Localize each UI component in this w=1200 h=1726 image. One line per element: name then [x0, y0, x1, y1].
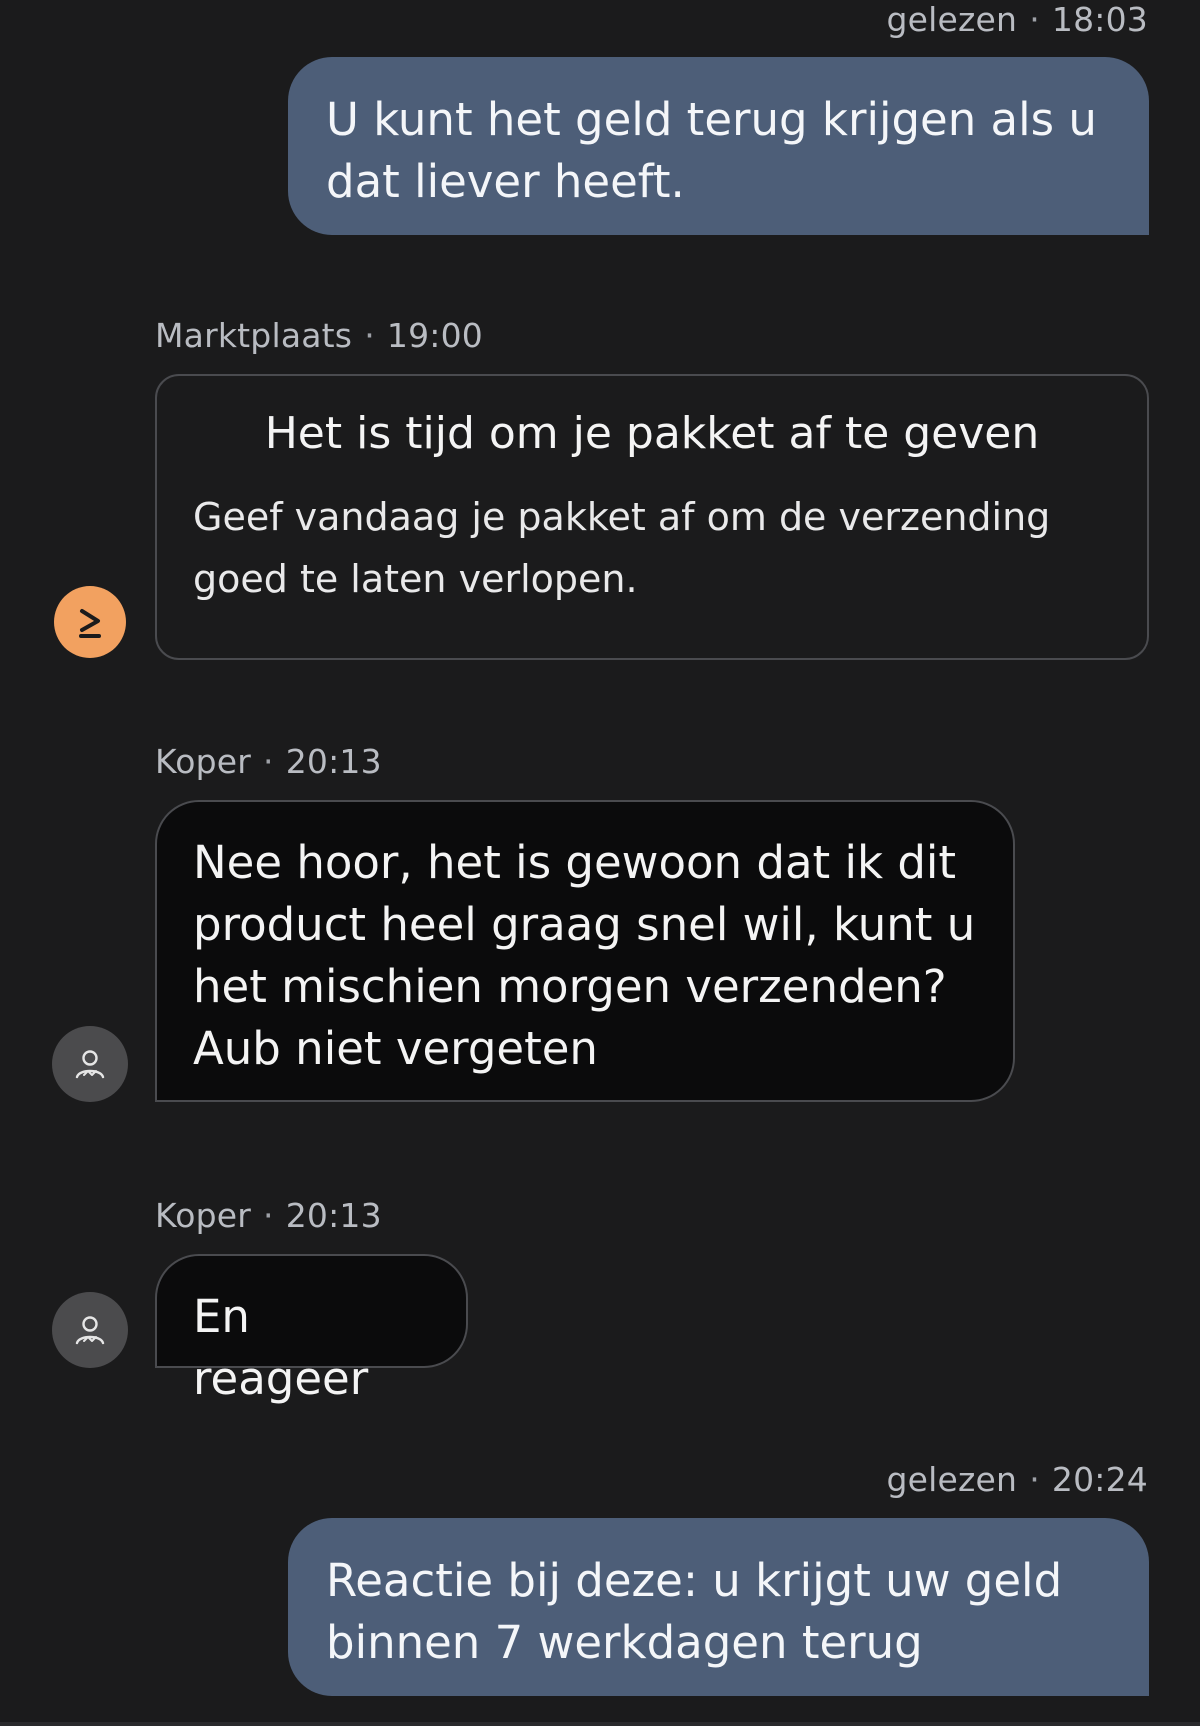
- buyer-avatar[interactable]: [52, 1292, 128, 1368]
- message-time: 20:24: [1051, 1460, 1148, 1499]
- message-meta: Koper · 20:13: [155, 1196, 382, 1235]
- user-icon: [75, 1316, 105, 1345]
- notification-body-line: goed te laten verlopen.: [193, 557, 638, 601]
- message-text-line: Nee hoor, het is gewoon dat ik dit: [193, 836, 957, 889]
- message-time: 18:03: [1051, 0, 1148, 39]
- message-text-line: Reactie bij deze: u krijgt uw geld: [326, 1554, 1063, 1607]
- meta-separator: ·: [263, 1196, 274, 1235]
- sender-name: Koper: [155, 742, 252, 781]
- message-time: 20:13: [285, 742, 382, 781]
- sender-name: Koper: [155, 1196, 252, 1235]
- read-status: gelezen: [886, 0, 1018, 39]
- message-text-line: En reageer: [193, 1290, 369, 1405]
- buyer-avatar[interactable]: [52, 1026, 128, 1102]
- message-time: 19:00: [386, 316, 484, 355]
- sender-name: Marktplaats: [155, 316, 353, 355]
- message-text-line: Aub niet vergeten: [193, 1022, 598, 1075]
- incoming-message-bubble[interactable]: En reageer: [155, 1254, 468, 1405]
- message-text-line: U kunt het geld terug krijgen als u: [326, 93, 1097, 146]
- system-notification-card[interactable]: Het is tijd om je pakket af te geven Gee…: [155, 374, 1149, 660]
- chat-screen: gelezen · 18:03 U kunt het geld terug krij…: [0, 0, 1200, 1726]
- message-meta: Koper · 20:13: [155, 742, 382, 781]
- marktplaats-logo-icon: [79, 609, 101, 638]
- notification-body: Geef vandaag je pakket af om de verzendi…: [193, 486, 1111, 610]
- notification-body-line: Geef vandaag je pakket af om de verzendi…: [193, 495, 1051, 539]
- message-text-line: binnen 7 werkdagen terug: [326, 1616, 923, 1669]
- notification-title: Het is tijd om je pakket af te geven: [264, 408, 1040, 459]
- bottom-divider: [0, 1722, 1200, 1726]
- read-status: gelezen: [886, 1460, 1018, 1499]
- user-icon: [75, 1050, 105, 1079]
- meta-separator: ·: [364, 316, 375, 355]
- message-meta: gelezen · 18:03: [887, 0, 1148, 39]
- message-text-line: het mischien morgen verzenden?: [193, 960, 947, 1013]
- message-time: 20:13: [285, 1196, 382, 1235]
- marktplaats-avatar[interactable]: [54, 586, 126, 658]
- meta-separator: ·: [1029, 1460, 1040, 1499]
- message-meta: gelezen · 20:24: [887, 1460, 1148, 1499]
- meta-separator: ·: [1029, 0, 1040, 39]
- message-text-line: product heel graag snel wil, kunt u: [193, 898, 976, 951]
- outgoing-message-bubble[interactable]: Reactie bij deze: u krijgt uw geld binne…: [288, 1518, 1149, 1696]
- meta-separator: ·: [263, 742, 274, 781]
- incoming-message-bubble[interactable]: Nee hoor, het is gewoon dat ik dit produ…: [155, 800, 1015, 1102]
- outgoing-message-bubble[interactable]: U kunt het geld terug krijgen als u dat …: [288, 57, 1149, 235]
- message-text-line: dat liever heeft.: [326, 155, 685, 208]
- message-meta: Marktplaats · 19:00: [155, 316, 483, 355]
